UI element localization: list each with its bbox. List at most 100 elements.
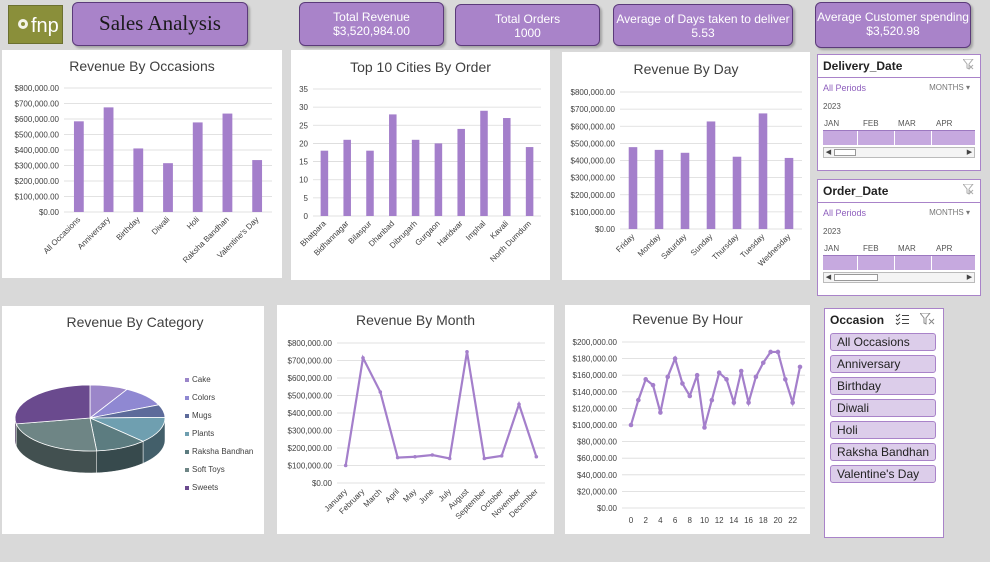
data-point — [783, 377, 788, 382]
timeline-scrollbar[interactable]: ◀ ▶ — [823, 272, 975, 283]
y-tick-label: $600,000.00 — [15, 115, 60, 124]
timeline-bar[interactable] — [823, 255, 975, 270]
occasion-option[interactable]: Diwali — [830, 399, 936, 417]
bar — [366, 150, 374, 216]
clear-filter-icon[interactable] — [963, 184, 974, 195]
x-tick-label: 20 — [774, 516, 783, 525]
legend-swatch — [185, 468, 189, 472]
data-point — [430, 453, 435, 457]
data-point — [753, 374, 759, 380]
bar — [192, 122, 203, 212]
y-tick-label: $800,000.00 — [288, 339, 333, 348]
data-point — [709, 397, 715, 403]
occasion-option[interactable]: Anniversary — [830, 355, 936, 373]
multi-select-icon[interactable] — [895, 313, 910, 325]
y-tick-label: $500,000.00 — [288, 392, 333, 401]
legend-label: Sweets — [192, 483, 218, 492]
timeline-level-dropdown[interactable]: MONTHS ▾ — [929, 83, 970, 92]
data-point — [724, 377, 729, 382]
bar — [525, 147, 534, 216]
y-tick-label: $300,000.00 — [288, 427, 333, 436]
chart-revenue-by-occasions: Revenue By Occasions $0.00 $100,000.00 $200… — [2, 50, 282, 278]
kpi-value: 1000 — [514, 26, 541, 40]
chart-title: Revenue By Occasions — [69, 58, 215, 74]
kpi-avg-delivery-days: Average of Days taken to deliver 5.53 — [613, 4, 793, 46]
occasion-option[interactable]: Birthday — [830, 377, 936, 395]
occasion-option[interactable]: All Occasions — [830, 333, 936, 351]
scroll-left-icon: ◀ — [825, 274, 832, 281]
clear-filter-icon[interactable] — [920, 313, 935, 325]
data-point — [746, 400, 751, 405]
x-tick-label: 2 — [643, 516, 648, 525]
y-tick-label: $300,000.00 — [571, 174, 616, 183]
slicer-occasion[interactable]: Occasion All Occasions Anniversary Birth… — [824, 308, 944, 538]
data-point — [760, 360, 766, 366]
data-point — [775, 349, 781, 355]
data-point — [482, 456, 487, 461]
timeline-level-dropdown[interactable]: MONTHS ▾ — [929, 208, 970, 217]
kpi-label: Average of Days taken to deliver — [616, 12, 790, 26]
bar — [320, 150, 329, 216]
y-tick-label: $400,000.00 — [15, 146, 60, 155]
bar — [503, 118, 511, 216]
y-tick-label: $0.00 — [597, 504, 618, 513]
data-point — [694, 372, 700, 378]
chart-title: Revenue By Category — [67, 314, 204, 330]
y-tick-label: $300,000.00 — [15, 162, 60, 171]
bar — [732, 156, 742, 229]
x-tick-label: 0 — [629, 516, 634, 525]
all-periods-link[interactable]: All Periods — [823, 83, 866, 93]
occasion-option[interactable]: Valentine's Day — [830, 465, 936, 483]
all-periods-link[interactable]: All Periods — [823, 208, 866, 218]
x-tick-label: Imphal — [464, 219, 488, 243]
y-tick-label: $600,000.00 — [571, 122, 616, 131]
y-tick-label: 35 — [299, 85, 308, 94]
occasion-option[interactable]: Holi — [830, 421, 936, 439]
legend-label: Cake — [192, 375, 211, 384]
timeline-bar[interactable] — [823, 130, 975, 145]
data-point — [465, 349, 469, 354]
kpi-label: Average Customer spending — [817, 10, 969, 24]
x-tick-label: 4 — [658, 516, 663, 525]
bar — [411, 139, 420, 216]
series-line — [629, 350, 802, 428]
y-tick-label: 10 — [299, 176, 308, 185]
scroll-thumb — [834, 149, 856, 156]
slicer-delivery-date[interactable]: Delivery_Date All Periods MONTHS ▾ 2023 … — [817, 54, 981, 171]
clear-filter-icon[interactable] — [963, 59, 974, 70]
data-point — [517, 402, 521, 407]
bar — [628, 147, 638, 229]
kpi-total-revenue: Total Revenue $3,520,984.00 — [299, 2, 444, 46]
data-point — [343, 463, 348, 468]
y-tick-label: 30 — [299, 103, 308, 112]
timeline-scrollbar[interactable]: ◀ ▶ — [823, 147, 975, 158]
chart-revenue-by-category: Revenue By Category Cake Colors Mugs Plants R… — [2, 306, 264, 534]
data-point — [702, 425, 707, 430]
x-tick-label: 22 — [788, 516, 797, 525]
data-point — [716, 370, 722, 376]
y-tick-label: $0.00 — [312, 479, 333, 488]
scroll-right-icon: ▶ — [966, 149, 973, 156]
legend-swatch — [185, 378, 189, 382]
occasion-option[interactable]: Raksha Bandhan — [830, 443, 936, 461]
bar — [434, 143, 443, 216]
data-point — [672, 356, 678, 361]
kpi-avg-customer-spending: Average Customer spending $3,520.98 — [815, 2, 971, 48]
timeline-month: MAR — [898, 244, 916, 253]
y-tick-label: $500,000.00 — [15, 131, 60, 140]
fnp-logo: fnp — [8, 5, 63, 44]
timeline-year: 2023 — [823, 102, 841, 111]
data-point — [378, 390, 383, 394]
x-tick-label: Birthday — [115, 215, 142, 242]
data-point — [643, 377, 648, 382]
timeline-month: FEB — [863, 119, 879, 128]
chart-revenue-by-month: Revenue By Month $0.00 $100,000.00 $200,000… — [277, 305, 554, 534]
x-tick-label: May — [401, 487, 418, 504]
slicer-order-date[interactable]: Order_Date All Periods MONTHS ▾ 2023 JAN… — [817, 179, 981, 296]
pie-slice — [14, 384, 91, 425]
timeline-month: JAN — [824, 119, 840, 128]
x-tick-label: Thursday — [710, 232, 740, 262]
data-point — [447, 456, 452, 461]
y-tick-label: $200,000.00 — [573, 338, 618, 347]
bar — [457, 128, 465, 216]
